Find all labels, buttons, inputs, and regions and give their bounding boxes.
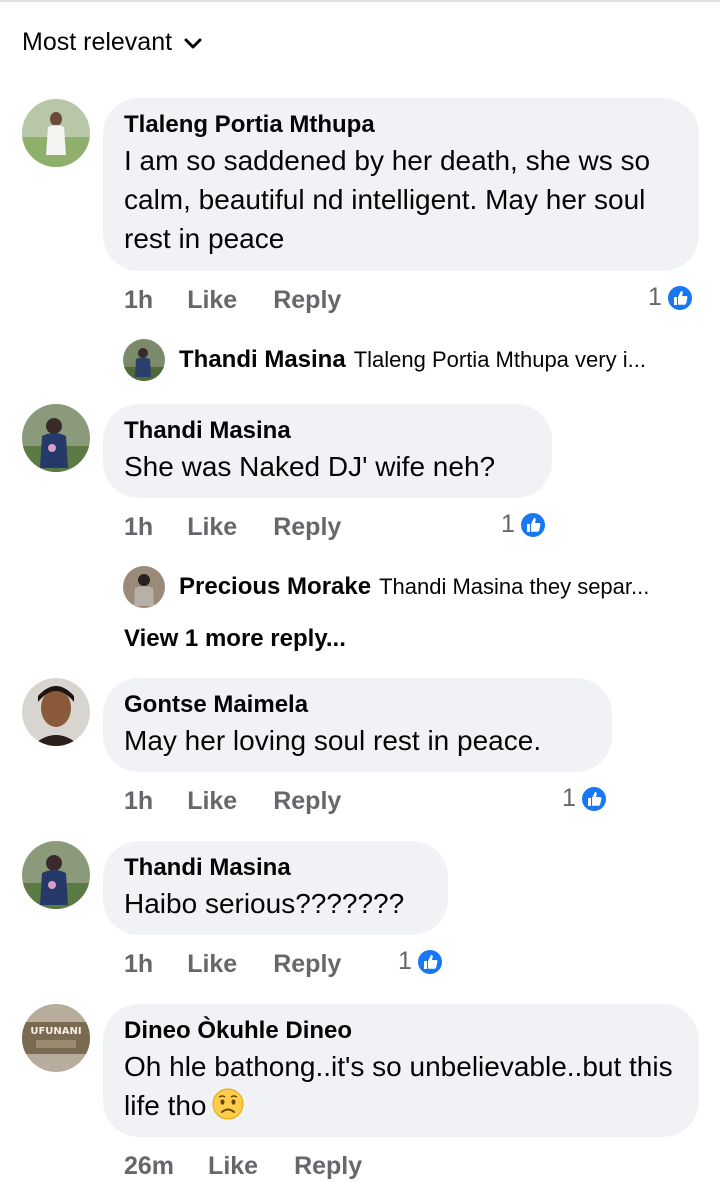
- comment-bubble: Tlaleng Portia Mthupa I am so saddened b…: [103, 98, 699, 271]
- comment-author[interactable]: Thandi Masina: [124, 416, 532, 446]
- reaction-count[interactable]: 1: [648, 283, 694, 312]
- comment-text: Haibo serious???????: [124, 888, 405, 919]
- comment-time[interactable]: 1h: [124, 513, 153, 542]
- like-button[interactable]: Like: [208, 1152, 258, 1181]
- thumbs-up-icon: [415, 947, 444, 976]
- reply-avatar[interactable]: [123, 339, 165, 381]
- comment-text: I am so saddened by her death, she ws so…: [124, 145, 651, 254]
- reaction-count[interactable]: 1: [501, 510, 547, 539]
- reaction-count-number: 1: [398, 947, 412, 975]
- comment-time[interactable]: 26m: [124, 1152, 174, 1181]
- top-divider: [0, 0, 720, 2]
- like-button[interactable]: Like: [187, 787, 237, 816]
- reply-avatar[interactable]: [123, 566, 165, 608]
- view-more-replies-link[interactable]: View 1 more reply...: [124, 625, 346, 653]
- reaction-count[interactable]: 1: [562, 784, 608, 813]
- reply-author[interactable]: Thandi Masina: [179, 346, 346, 374]
- reaction-count[interactable]: 1: [398, 947, 444, 976]
- comment-time[interactable]: 1h: [124, 286, 153, 315]
- comment-author[interactable]: Gontse Maimela: [124, 690, 592, 720]
- like-button[interactable]: Like: [187, 513, 237, 542]
- reaction-count-number: 1: [562, 784, 576, 812]
- reply-text: Thandi Masina they separ...: [379, 574, 650, 599]
- comment-actions: 1h Like Reply: [124, 286, 341, 315]
- comment-author[interactable]: Dineo Òkuhle Dineo: [124, 1016, 679, 1046]
- reaction-count-number: 1: [648, 283, 662, 311]
- comment-actions: 1h Like Reply: [124, 513, 341, 542]
- comment-text: Oh hle bathong..it's so unbelievable..bu…: [124, 1051, 673, 1121]
- reply-button[interactable]: Reply: [273, 286, 341, 315]
- reply-button[interactable]: Reply: [273, 950, 341, 979]
- comment-time[interactable]: 1h: [124, 787, 153, 816]
- reply-button[interactable]: Reply: [273, 513, 341, 542]
- avatar[interactable]: [22, 678, 90, 746]
- avatar[interactable]: [22, 99, 90, 167]
- reply-button[interactable]: Reply: [294, 1152, 362, 1181]
- reply-author[interactable]: Precious Morake: [179, 573, 371, 601]
- comment-bubble: Thandi Masina Haibo serious???????: [103, 841, 448, 935]
- avatar[interactable]: UFUNANI: [22, 1004, 90, 1072]
- comment-author[interactable]: Tlaleng Portia Mthupa: [124, 110, 679, 140]
- comment-author[interactable]: Thandi Masina: [124, 853, 428, 883]
- like-button[interactable]: Like: [187, 286, 237, 315]
- chevron-down-icon: [184, 37, 202, 49]
- reaction-count-number: 1: [501, 510, 515, 538]
- comment-actions: 1h Like Reply: [124, 787, 341, 816]
- avatar[interactable]: [22, 841, 90, 909]
- comment-bubble: Dineo Òkuhle Dineo Oh hle bathong..it's …: [103, 1004, 699, 1137]
- reply-preview[interactable]: Precious Morake Thandi Masina they separ…: [123, 566, 649, 608]
- reply-preview[interactable]: Thandi Masina Tlaleng Portia Mthupa very…: [123, 339, 646, 381]
- sort-label: Most relevant: [22, 28, 173, 56]
- reply-text: Tlaleng Portia Mthupa very i...: [353, 347, 646, 372]
- comment-actions: 1h Like Reply: [124, 950, 341, 979]
- comment-text: She was Naked DJ' wife neh?: [124, 451, 496, 482]
- comment-bubble: Thandi Masina She was Naked DJ' wife neh…: [103, 404, 552, 498]
- comment-time[interactable]: 1h: [124, 950, 153, 979]
- like-button[interactable]: Like: [187, 950, 237, 979]
- thumbs-up-icon: [518, 510, 547, 539]
- worried-face-emoji: [211, 1087, 245, 1121]
- comment-text-block: Oh hle bathong..it's so unbelievable..bu…: [124, 1047, 679, 1125]
- sort-dropdown[interactable]: Most relevant: [22, 28, 202, 57]
- comment-text: May her loving soul rest in peace.: [124, 725, 542, 756]
- comment-bubble: Gontse Maimela May her loving soul rest …: [103, 678, 612, 772]
- thumbs-up-icon: [579, 784, 608, 813]
- thumbs-up-icon: [665, 283, 694, 312]
- comment-actions: 26m Like Reply: [124, 1152, 362, 1181]
- avatar-text: UFUNANI: [30, 1026, 81, 1037]
- avatar[interactable]: [22, 404, 90, 472]
- reply-button[interactable]: Reply: [273, 787, 341, 816]
